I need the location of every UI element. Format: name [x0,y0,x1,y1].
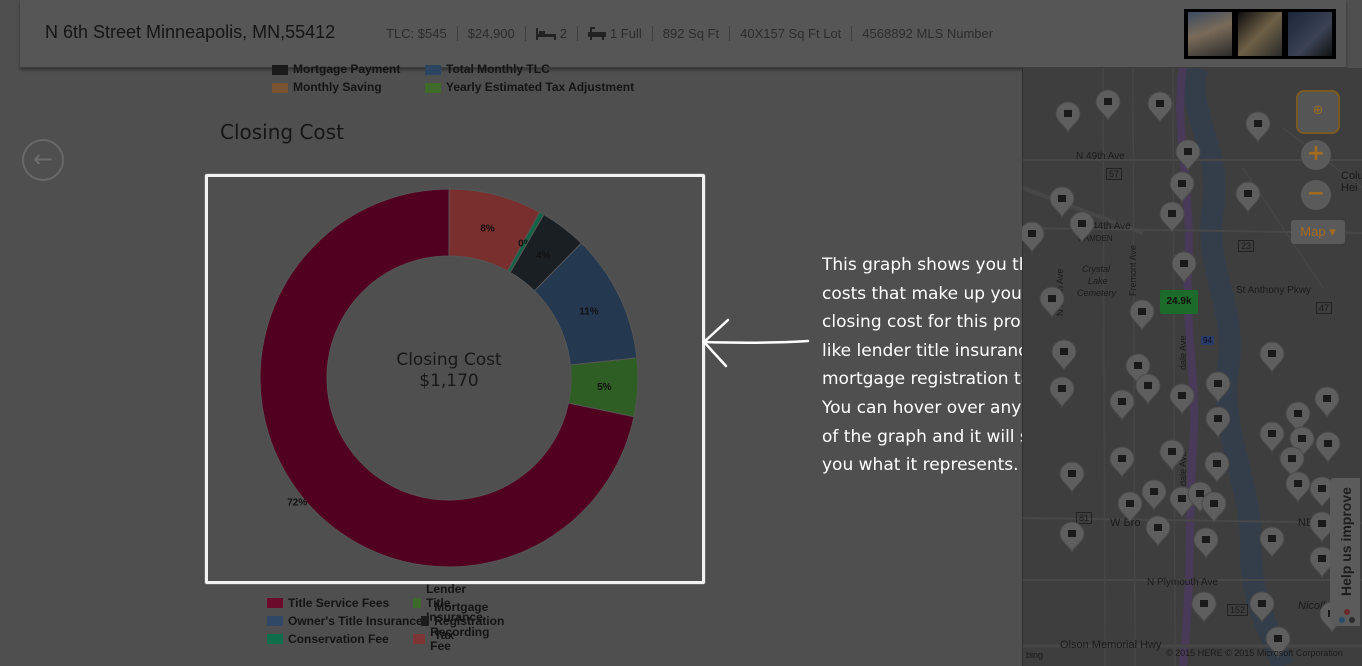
map-poi-pin-icon[interactable] [1135,373,1161,406]
map-poi-pin-icon[interactable] [1129,299,1155,332]
map-poi-pin-icon[interactable] [1051,339,1077,372]
map-poi-pin-icon[interactable] [1141,479,1167,512]
donut-center-title: Closing Cost [396,350,502,370]
legend-swatch [267,616,283,626]
map-poi-pin-icon[interactable] [1201,491,1227,524]
map-copyright: © 2015 HERE © 2015 Microsoft Corporation [1166,648,1343,658]
map-poi-pin-icon[interactable] [1235,181,1261,214]
legend-item-owners-title-insurance[interactable]: Owner's Title Insurance [267,614,423,628]
map-poi-pin-icon[interactable] [1145,515,1171,548]
legend-swatch [413,598,422,608]
donut-data-label: 11% [579,306,599,317]
map-poi-pin-icon[interactable] [1259,421,1285,454]
legend-row: Conservation Fee Recording Fee [267,625,489,653]
map-pins [1022,89,1345,659]
donut-data-label: 72% [287,497,307,508]
legend-label: Owner's Title Insurance [288,614,423,628]
map-poi-pin-icon[interactable] [1147,91,1173,124]
legend-label: Title Service Fees [288,596,390,610]
map-poi-pin-icon[interactable] [1049,376,1075,409]
map-poi-pin-icon[interactable] [1159,201,1185,234]
legend-row: Title Service Fees Lender Title Insuranc… [267,582,483,624]
map-poi-pin-icon[interactable] [1055,101,1081,134]
property-price-pin[interactable]: 24.9k [1160,290,1198,314]
legend-label: Recording Fee [430,625,490,653]
map-poi-pin-icon[interactable] [1259,341,1285,374]
map-poi-pin-icon[interactable] [1117,491,1143,524]
legend-item-conservation-fee[interactable]: Conservation Fee [267,632,389,646]
map-poi-pin-icon[interactable] [1285,471,1311,504]
map-poi-pin-icon[interactable] [1314,386,1340,419]
map-poi-pin-icon[interactable] [1205,371,1231,404]
map-poi-pin-icon[interactable] [1169,171,1195,204]
map-poi-pin-icon[interactable] [1059,461,1085,494]
map-poi-pin-icon[interactable] [1171,251,1197,284]
legend-swatch [413,634,426,644]
legend-swatch [267,634,283,644]
map-poi-pin-icon[interactable] [1245,111,1271,144]
help-us-improve-label: Help us improve [1338,487,1354,596]
legend-row: Owner's Title Insurance Mortgage Registr… [267,600,504,642]
map-poi-pin-icon[interactable] [1169,383,1195,416]
map-poi-pin-icon[interactable] [1069,211,1095,244]
map-poi-pin-icon[interactable] [1249,591,1275,624]
map-poi-pin-icon[interactable] [1109,389,1135,422]
legend-swatch [267,598,283,608]
map-poi-pin-icon[interactable] [1022,221,1045,254]
bing-logo-icon: bing [1026,650,1044,660]
map-poi-pin-icon[interactable] [1204,451,1230,484]
map-poi-pin-icon[interactable] [1193,527,1219,560]
map-poi-pin-icon[interactable] [1205,406,1231,439]
legend-item-title-service-fees[interactable]: Title Service Fees [267,596,389,610]
donut-center-value: $1,170 [419,371,479,391]
donut-data-label: 5% [597,382,612,393]
map-poi-pin-icon[interactable] [1109,446,1135,479]
map-poi-pin-icon[interactable] [1095,89,1121,122]
map-poi-pin-icon[interactable] [1315,431,1341,464]
map-poi-pin-icon[interactable] [1159,439,1185,472]
annotation-arrow-icon [702,318,810,368]
map-poi-pin-icon[interactable] [1039,286,1065,319]
map-poi-pin-icon[interactable] [1059,521,1085,554]
map-poi-pin-icon[interactable] [1175,139,1201,172]
legend-label: Conservation Fee [288,632,389,646]
feedback-icon [1339,609,1355,623]
donut-data-label: 4% [536,250,551,261]
map-poi-pin-icon[interactable] [1049,186,1075,219]
closing-cost-legend: Title Service Fees Lender Title Insuranc… [267,582,504,653]
map-poi-pin-icon[interactable] [1191,591,1217,624]
map-poi-pin-icon[interactable] [1259,526,1285,559]
legend-item-recording-fee[interactable]: Recording Fee [413,625,493,653]
donut-data-label: 8% [480,223,495,234]
donut-center-label: Closing Cost $1,170 [349,350,549,392]
